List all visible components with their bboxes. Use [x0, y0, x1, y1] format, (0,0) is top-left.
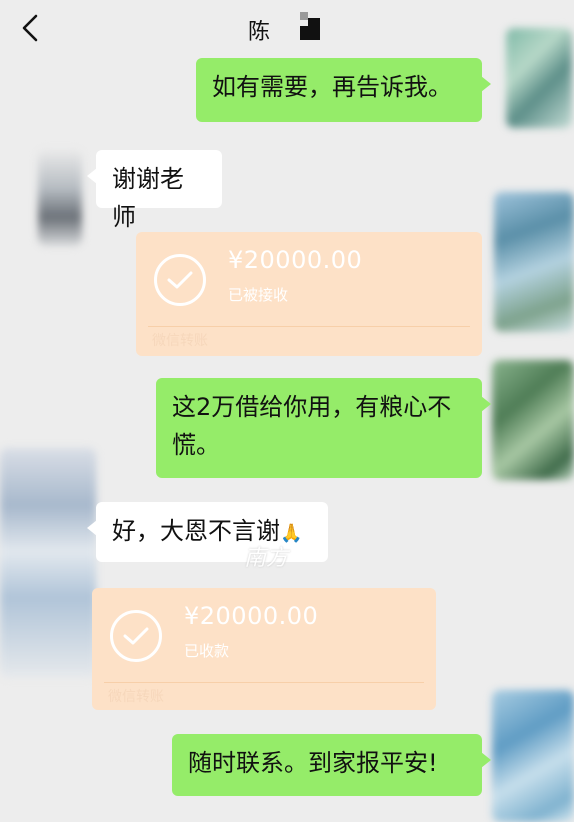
- name-mosaic: [300, 12, 322, 40]
- transfer-label: 微信转账: [108, 689, 164, 705]
- divider: [148, 326, 470, 327]
- my-avatar[interactable]: [494, 192, 574, 332]
- my-avatar[interactable]: [492, 690, 574, 822]
- my-avatar[interactable]: [506, 28, 572, 128]
- contact-name: 陈: [248, 20, 271, 45]
- transfer-status: 已被接收: [228, 286, 289, 304]
- my-avatar[interactable]: [492, 360, 574, 480]
- transfer-label: 微信转账: [152, 333, 208, 349]
- chevron-left-icon: [22, 14, 38, 42]
- divider: [104, 682, 424, 683]
- contact-avatar[interactable]: [0, 448, 96, 678]
- watermark: 南方: [244, 546, 289, 571]
- check-circle-icon: [154, 254, 206, 306]
- message-bubble-received[interactable]: 谢谢老师: [87, 150, 222, 231]
- check-circle-icon: [110, 610, 162, 662]
- transfer-card-sent[interactable]: ¥20000.00 已被接收 微信转账: [136, 232, 482, 356]
- message-text: 如有需要，再告诉我。: [212, 73, 452, 101]
- message-text: 谢谢老师: [112, 165, 184, 231]
- message-bubble-sent[interactable]: 随时联系。到家报平安!: [172, 734, 491, 796]
- contact-avatar[interactable]: [38, 150, 82, 246]
- back-button[interactable]: [18, 12, 44, 44]
- message-bubble-received[interactable]: 好，大恩不言谢🙏: [87, 502, 328, 562]
- transfer-card-received[interactable]: ¥20000.00 已收款 微信转账: [92, 588, 436, 710]
- transfer-status: 已收款: [184, 642, 230, 660]
- message-bubble-sent[interactable]: 这2万借给你用，有粮心不 慌。: [156, 378, 491, 478]
- transfer-amount: ¥20000.00: [184, 602, 319, 630]
- message-text-line: 慌。: [172, 431, 220, 459]
- transfer-amount: ¥20000.00: [228, 246, 363, 274]
- chat-header: 陈: [0, 0, 574, 58]
- message-bubble-sent[interactable]: 如有需要，再告诉我。: [196, 58, 491, 122]
- message-text-line: 这2万借给你用，有粮心不: [172, 393, 452, 421]
- message-text: 随时联系。到家报平安!: [188, 749, 438, 777]
